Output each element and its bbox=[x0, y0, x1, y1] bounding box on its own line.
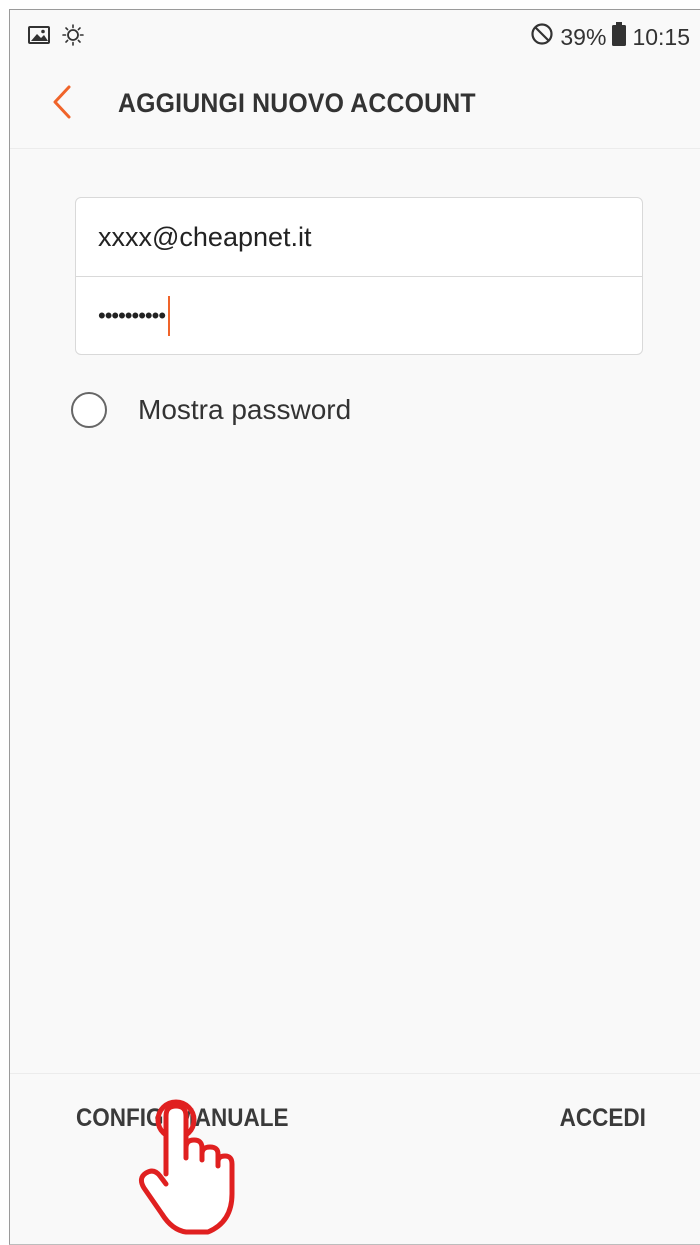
clock: 10:15 bbox=[632, 23, 690, 50]
show-password-toggle[interactable]: Mostra password bbox=[71, 392, 351, 428]
password-input[interactable]: •••••••••• bbox=[98, 277, 171, 354]
status-left-icons bbox=[28, 24, 86, 51]
phone-screen: 39% 10:15 AGGIUNGI NUOVO ACCOUNT xxxx@ch… bbox=[9, 9, 700, 1245]
back-button[interactable] bbox=[44, 84, 80, 124]
do-not-disturb-icon bbox=[530, 22, 554, 52]
page-title: AGGIUNGI NUOVO ACCOUNT bbox=[118, 88, 476, 118]
battery-percent: 39% bbox=[560, 23, 607, 50]
gallery-icon bbox=[28, 26, 50, 49]
app-header: AGGIUNGI NUOVO ACCOUNT bbox=[10, 62, 700, 149]
show-password-checkbox[interactable] bbox=[71, 392, 107, 428]
battery-icon bbox=[612, 22, 627, 52]
chevron-left-icon bbox=[51, 84, 73, 125]
password-field-container[interactable]: •••••••••• bbox=[76, 277, 642, 354]
show-password-label: Mostra password bbox=[138, 394, 352, 425]
brightness-icon bbox=[60, 24, 86, 51]
status-right-area: 39% 10:15 bbox=[530, 22, 690, 52]
login-button[interactable]: ACCEDI bbox=[560, 1104, 646, 1133]
email-field-container bbox=[76, 198, 642, 277]
status-bar: 39% 10:15 bbox=[10, 10, 700, 62]
bottom-action-bar: CONFIG. MANUALE ACCEDI bbox=[10, 1073, 700, 1184]
manual-config-button[interactable]: CONFIG. MANUALE bbox=[76, 1104, 288, 1133]
credentials-form: •••••••••• bbox=[75, 197, 643, 355]
password-mask: •••••••••• bbox=[98, 303, 166, 328]
text-cursor bbox=[168, 296, 171, 336]
email-input[interactable] bbox=[76, 198, 642, 276]
